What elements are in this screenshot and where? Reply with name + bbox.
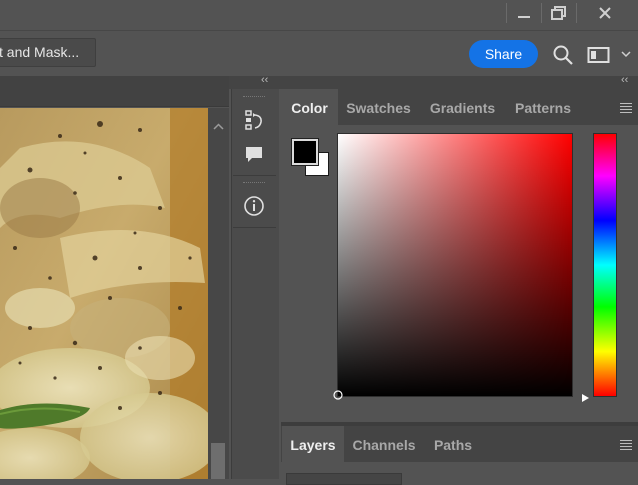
comments-button[interactable] [240,140,268,168]
tab-color[interactable]: Color [281,89,338,125]
color-picker-marker[interactable] [333,388,343,400]
strip-grip[interactable] [243,96,265,100]
tab-paths[interactable]: Paths [424,426,482,462]
strip-grip[interactable] [243,182,265,186]
info-button[interactable] [240,192,268,220]
comment-icon [246,147,262,162]
document-tab-bar[interactable] [0,76,229,107]
chevron-down-icon [621,51,631,58]
share-button[interactable]: Share [469,40,538,68]
window-button-separator [576,3,577,23]
saturation-brightness-field[interactable] [337,133,573,397]
tab-gradients[interactable]: Gradients [419,89,506,125]
triangle-right-icon [582,394,589,402]
hue-slider-handle[interactable] [581,391,591,402]
history-button[interactable] [240,106,268,134]
picker-circle-icon [333,390,343,400]
workspace-dropdown[interactable] [620,48,632,60]
scrollbar-thumb[interactable] [211,443,225,479]
chevron-up-icon [213,123,224,130]
tab-patterns[interactable]: Patterns [506,89,580,125]
history-icon [245,110,262,130]
image-content [0,108,208,479]
tab-channels[interactable]: Channels [344,426,424,462]
strip-divider [233,175,276,176]
search-icon [553,45,573,65]
document-canvas[interactable] [0,108,208,479]
panel-collapse-bar[interactable]: ‹‹ ‹‹ [229,74,638,89]
tab-swatches[interactable]: Swatches [338,89,419,125]
select-and-mask-button[interactable]: t and Mask... [0,38,96,67]
foreground-color-swatch[interactable] [291,138,319,166]
minimize-button[interactable] [504,0,544,26]
info-icon [244,196,264,216]
layers-panel-menu[interactable] [620,440,632,450]
workspace-button[interactable] [587,45,611,65]
layer-filter-dropdown[interactable] [286,473,402,485]
restore-button[interactable] [539,0,579,26]
search-button[interactable] [552,44,574,66]
strip-divider [233,227,276,228]
vertical-scrollbar[interactable] [208,108,229,479]
color-panel-menu[interactable] [620,103,632,113]
collapse-left-icon[interactable]: ‹‹ [261,74,268,86]
minimize-icon [518,16,530,18]
close-icon [599,7,611,19]
close-button[interactable] [585,0,625,26]
hue-slider[interactable] [593,133,617,397]
tab-layers[interactable]: Layers [282,426,344,462]
collapse-left-icon[interactable]: ‹‹ [621,74,628,86]
workspace-icon [587,47,610,63]
menu-icon [620,440,632,450]
restore-icon [551,6,566,20]
menu-icon [620,103,632,113]
